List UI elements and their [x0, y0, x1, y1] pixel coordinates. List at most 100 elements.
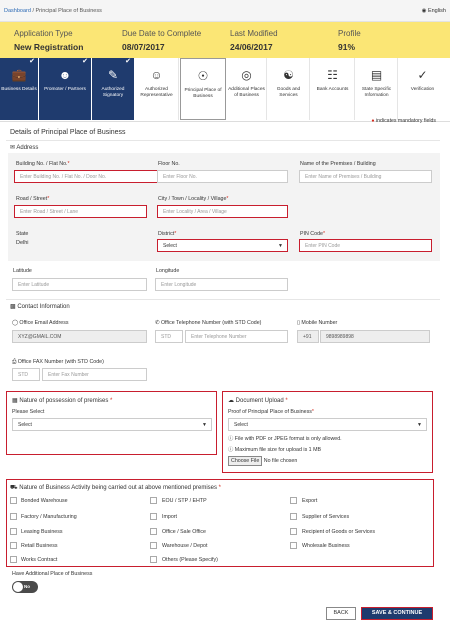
top-bar: Dashboard / Principal Place of Business … — [0, 0, 450, 22]
latitude-input[interactable]: Enter Latitude — [12, 278, 147, 291]
email-label: ◯ Office Email Address — [12, 320, 69, 326]
district-label: District* — [158, 231, 177, 237]
signatory-icon: ✎ — [107, 68, 119, 82]
road-input[interactable]: Enter Road / Street / Lane — [14, 205, 147, 218]
tab-label: State Specific Information — [361, 87, 392, 98]
checkbox-label: Others (Please Specify) — [162, 557, 218, 563]
checkbox-label: EOU / STP / EHTP — [162, 498, 207, 504]
floor-input[interactable]: Enter Floor No. — [157, 170, 288, 183]
premises-input[interactable]: Enter Name of Premises / Building — [299, 170, 432, 183]
checkbox-eou[interactable] — [150, 497, 157, 504]
save-continue-button[interactable]: SAVE & CONTINUE — [361, 607, 433, 620]
language-selector[interactable]: ◉ English — [422, 8, 446, 14]
additional-place-toggle[interactable]: No — [12, 581, 38, 593]
cloud-upload-icon: ☁ — [228, 398, 234, 404]
application-info-bar: Application Type New Registration Due Da… — [0, 22, 450, 58]
application-type-label: Application Type — [14, 29, 73, 38]
upload-info-size: ⓘ Maximum file size for upload is 1 MB — [228, 447, 322, 453]
building-input[interactable]: Enter Building No. / Flat No. / Door No. — [14, 170, 172, 183]
tab-label: Principal Place of Business — [184, 88, 222, 99]
phone-label: ✆ Office Telephone Number (with STD Code… — [155, 320, 262, 326]
page-title: Details of Principal Place of Business — [10, 129, 126, 136]
tab-bank-accounts[interactable]: ☷ Bank Accounts — [311, 58, 355, 120]
breadcrumb-dashboard-link[interactable]: Dashboard — [4, 8, 31, 14]
checkbox-label: Leasing Business — [21, 529, 63, 535]
checkbox-retail[interactable] — [10, 542, 17, 549]
checkbox-leasing[interactable] — [10, 528, 17, 535]
representative-icon: ☺ — [150, 68, 163, 82]
checkbox-factory[interactable] — [10, 513, 17, 520]
globe-icon: ◉ — [421, 8, 427, 14]
tab-label: Business Details — [1, 87, 37, 92]
profile-value: 91% — [338, 42, 356, 52]
profile-label: Profile — [338, 29, 361, 38]
language-label: English — [427, 8, 446, 14]
mobile-code: +91 — [297, 330, 319, 343]
tab-state-specific-information[interactable]: ▤ State Specific Information — [356, 58, 398, 120]
file-chooser[interactable]: Choose File No file chosen — [228, 456, 297, 466]
phone-std-input[interactable]: STD — [155, 330, 183, 343]
city-label: City / Town / Locality / Village* — [158, 196, 229, 202]
mobile-input[interactable]: 9898989898 — [320, 330, 430, 343]
tab-principal-place-of-business[interactable]: ☉ Principal Place of Business — [180, 58, 226, 120]
possession-select[interactable]: Select ▼ — [12, 418, 212, 431]
tab-promoter-partners[interactable]: ✔ ☻ Promoter / Partners — [39, 58, 91, 120]
checkbox-works-contract[interactable] — [10, 556, 17, 563]
check-icon: ✔ — [29, 58, 35, 65]
state-value: Delhi — [16, 240, 29, 246]
divider — [6, 299, 440, 300]
checkbox-export[interactable] — [290, 497, 297, 504]
checkbox-others[interactable] — [150, 556, 157, 563]
fax-std-input[interactable]: STD — [12, 368, 40, 381]
additional-place-label: Have Additional Place of Business — [12, 571, 93, 577]
proof-label: Proof of Principal Place of Business* — [228, 409, 314, 415]
goods-icon: ☯ — [283, 68, 294, 82]
tab-label: Promoter / Partners — [44, 87, 86, 92]
district-select[interactable]: Select ▼ — [157, 239, 288, 252]
breadcrumb: Dashboard / Principal Place of Business — [4, 8, 102, 14]
address-section-title: ✉ Address — [10, 145, 39, 151]
checkbox-office[interactable] — [150, 528, 157, 535]
back-button[interactable]: BACK — [326, 607, 356, 620]
tab-goods-and-services[interactable]: ☯ Goods and Services — [268, 58, 310, 120]
checkbox-bonded-warehouse[interactable] — [10, 497, 17, 504]
checkbox-warehouse-depot[interactable] — [150, 542, 157, 549]
checkbox-label: Factory / Manufacturing — [21, 514, 77, 520]
map-pin-plus-icon: ◎ — [241, 68, 252, 82]
road-label: Road / Street* — [16, 196, 50, 202]
email-input[interactable]: XYZ@GMAIL.COM — [12, 330, 147, 343]
tab-business-details[interactable]: ✔ 💼 Business Details — [0, 58, 38, 120]
no-file-text: No file chosen — [263, 458, 298, 464]
longitude-input[interactable]: Enter Longitude — [155, 278, 288, 291]
registration-steps: ✔ 💼 Business Details ✔ ☻ Promoter / Part… — [0, 58, 450, 122]
caret-down-icon: ▼ — [417, 422, 422, 428]
phone-input[interactable]: Enter Telephone Number — [185, 330, 288, 343]
upload-info-format: ⓘ File with PDF or JPEG format is only a… — [228, 436, 342, 442]
tab-additional-places[interactable]: ◎ Additional Places of Business — [227, 58, 267, 120]
fax-icon: ⎙ — [12, 359, 17, 365]
checkbox-label: Supplier of Services — [302, 514, 350, 520]
city-input[interactable]: Enter Locality / Area / Village — [157, 205, 288, 218]
contact-card-icon: ▩ — [10, 304, 16, 310]
checkbox-supplier-services[interactable] — [290, 513, 297, 520]
tab-label: Bank Accounts — [316, 87, 349, 92]
mandatory-note: ● indicates mandatory fields — [371, 118, 436, 124]
tab-authorized-representative[interactable]: ☺ Authorized Representative — [135, 58, 179, 120]
tab-label: Goods and Services — [276, 87, 301, 98]
choose-file-button[interactable]: Choose File — [228, 456, 263, 466]
tab-verification[interactable]: ✓ Verification — [399, 58, 446, 120]
checkbox-label: Warehouse / Depot — [162, 543, 208, 549]
checkbox-import[interactable] — [150, 513, 157, 520]
checkbox-recipient-goods[interactable] — [290, 528, 297, 535]
checkbox-label: Works Contract — [21, 557, 58, 563]
proof-select[interactable]: Select ▼ — [228, 418, 427, 431]
user-group-icon: ☻ — [58, 68, 72, 82]
due-date-value: 08/07/2017 — [122, 42, 165, 52]
business-activity-section — [6, 479, 434, 567]
pin-input[interactable]: Enter PIN Code — [299, 239, 432, 252]
fax-input[interactable]: Enter Fax Number — [42, 368, 147, 381]
tab-authorized-signatory[interactable]: ✔ ✎ Authorized Signatory — [92, 58, 134, 120]
checkbox-label: Recipient of Goods or Services — [302, 529, 376, 535]
checkbox-wholesale[interactable] — [290, 542, 297, 549]
fax-label: ⎙ Office FAX Number (with STD Code) — [12, 359, 104, 365]
